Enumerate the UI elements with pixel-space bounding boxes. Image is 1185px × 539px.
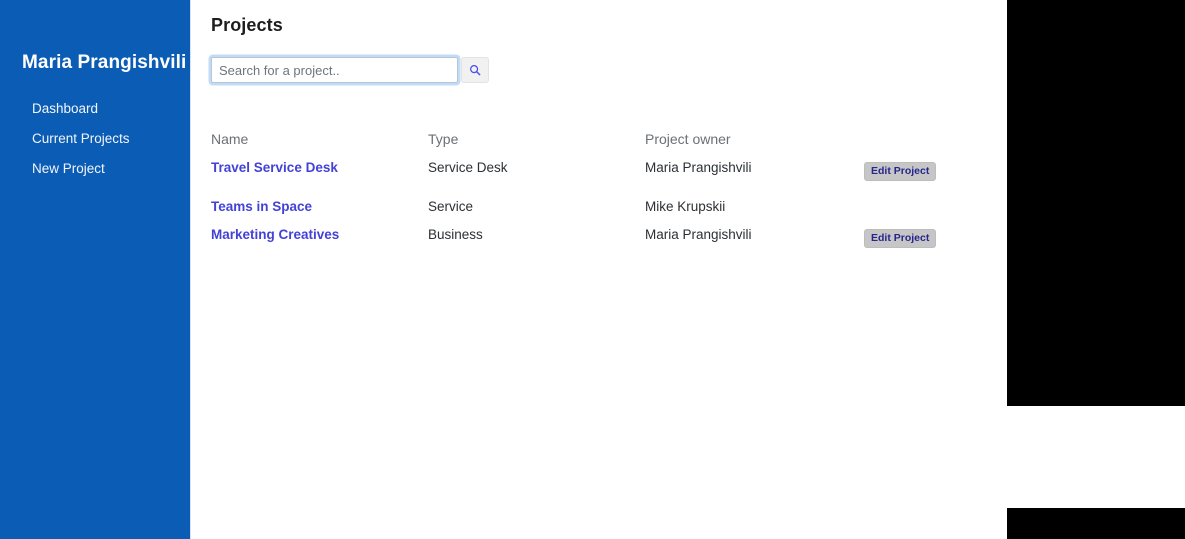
row-action-cell: Edit Project bbox=[864, 224, 937, 248]
project-owner: Maria Prangishvili bbox=[645, 160, 752, 175]
page-title: Projects bbox=[211, 15, 283, 35]
search-button[interactable] bbox=[461, 57, 489, 83]
project-link[interactable]: Travel Service Desk bbox=[211, 157, 338, 179]
sidebar-item-new-project[interactable]: New Project bbox=[32, 161, 105, 176]
table-header-row: Name Type Project owner bbox=[211, 128, 1131, 150]
table-row: Teams in Space Service Mike Krupskii bbox=[211, 196, 1131, 218]
search-icon bbox=[470, 65, 481, 76]
project-link[interactable]: Teams in Space bbox=[211, 196, 312, 218]
project-type: Service bbox=[428, 199, 474, 214]
app-root: Maria Prangishvili Dashboard Current Pro… bbox=[0, 0, 1185, 539]
table-row: Travel Service Desk Service Desk Maria P… bbox=[211, 157, 1131, 181]
sidebar: Maria Prangishvili Dashboard Current Pro… bbox=[0, 0, 191, 539]
sidebar-item-current-projects[interactable]: Current Projects bbox=[32, 131, 130, 146]
project-owner: Maria Prangishvili bbox=[645, 227, 752, 242]
column-header-project-owner: Project owner bbox=[645, 131, 731, 147]
row-action-cell: Edit Project bbox=[864, 157, 937, 181]
project-type: Service Desk bbox=[428, 160, 508, 175]
edit-project-button[interactable]: Edit Project bbox=[864, 162, 937, 181]
project-link[interactable]: Marketing Creatives bbox=[211, 224, 339, 246]
black-overlay-panel-top bbox=[1007, 0, 1185, 406]
sidebar-item-dashboard[interactable]: Dashboard bbox=[32, 101, 98, 116]
project-type: Business bbox=[428, 227, 483, 242]
table-row: Marketing Creatives Business Maria Prang… bbox=[211, 224, 1131, 248]
edit-project-button[interactable]: Edit Project bbox=[864, 229, 937, 248]
column-header-type: Type bbox=[428, 131, 459, 147]
sidebar-user-name: Maria Prangishvili bbox=[22, 52, 187, 73]
project-owner: Mike Krupskii bbox=[645, 199, 726, 214]
column-header-name: Name bbox=[211, 131, 249, 147]
search-row bbox=[211, 57, 489, 83]
black-overlay-panel-bottom bbox=[1007, 508, 1185, 539]
search-input[interactable] bbox=[211, 57, 458, 83]
